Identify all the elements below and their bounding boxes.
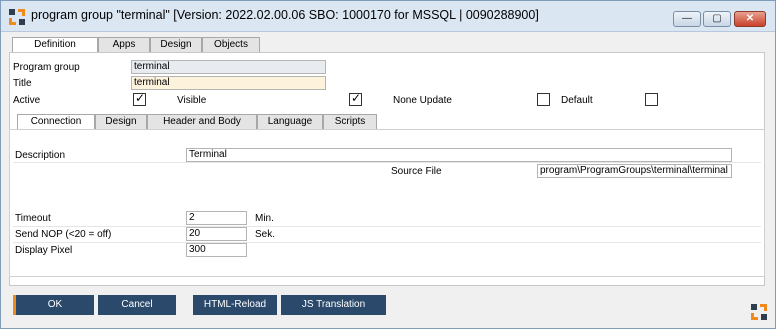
tab-apps[interactable]: Apps: [98, 37, 150, 52]
sub-tab-bar: Connection Design Header and Body Langua…: [17, 114, 377, 130]
send-nop-label: Send NOP (<20 = off): [15, 229, 112, 240]
description-label: Description: [15, 150, 66, 161]
minimize-button[interactable]: —: [673, 11, 701, 27]
none-update-checkbox[interactable]: [537, 93, 550, 106]
cancel-button[interactable]: Cancel: [98, 295, 176, 315]
tab-definition[interactable]: Definition: [12, 37, 98, 53]
ok-label: OK: [47, 299, 63, 310]
send-nop-field[interactable]: 20: [186, 227, 247, 241]
ok-button[interactable]: OK: [13, 295, 94, 315]
brand-logo-icon: [751, 304, 767, 320]
title-label: Title: [13, 78, 32, 89]
program-group-label: Program group: [13, 62, 80, 73]
checkmark-icon: ✓: [135, 91, 146, 105]
timeout-field[interactable]: 2: [186, 211, 247, 225]
none-update-label: None Update: [393, 95, 452, 106]
tab-design[interactable]: Design: [150, 37, 202, 52]
maximize-button[interactable]: ▢: [703, 11, 731, 27]
default-label: Default: [561, 95, 593, 106]
app-logo-icon: [9, 9, 25, 25]
html-reload-button[interactable]: HTML-Reload: [193, 295, 277, 315]
html-reload-label: HTML-Reload: [203, 299, 267, 310]
tab-design[interactable]: Design: [95, 114, 147, 129]
close-icon: ✕: [745, 13, 755, 24]
title-bar[interactable]: program group "terminal" [Version: 2022.…: [1, 1, 775, 32]
title-field[interactable]: terminal: [131, 76, 326, 90]
timeout-label: Timeout: [15, 213, 51, 224]
cancel-label: Cancel: [121, 299, 153, 310]
visible-checkbox[interactable]: ✓: [349, 91, 362, 106]
window-title: program group "terminal" [Version: 2022.…: [31, 8, 539, 22]
source-file-label: Source File: [391, 166, 442, 177]
js-translation-label: JS Translation: [301, 299, 366, 310]
tab-header-and-body[interactable]: Header and Body: [147, 114, 257, 129]
active-checkbox[interactable]: ✓: [133, 91, 146, 106]
source-file-field[interactable]: program\ProgramGroups\terminal\terminal: [537, 164, 732, 178]
display-pixel-field[interactable]: 300: [186, 243, 247, 257]
js-translation-button[interactable]: JS Translation: [281, 295, 386, 315]
close-button[interactable]: ✕: [734, 11, 766, 27]
program-group-window: program group "terminal" [Version: 2022.…: [0, 0, 776, 329]
minimize-icon: —: [682, 13, 692, 24]
checkmark-icon: ✓: [351, 91, 362, 105]
program-group-field[interactable]: terminal: [131, 60, 326, 74]
send-nop-unit: Sek.: [255, 229, 276, 240]
main-tab-bar: Definition Apps Design Objects: [12, 37, 262, 53]
tab-objects[interactable]: Objects: [202, 37, 260, 52]
tab-scripts[interactable]: Scripts: [323, 114, 377, 129]
visible-label: Visible: [177, 95, 207, 106]
active-label: Active: [13, 95, 41, 106]
row-divider: [13, 226, 761, 227]
tab-language[interactable]: Language: [257, 114, 323, 129]
timeout-unit: Min.: [255, 213, 274, 224]
tab-connection[interactable]: Connection: [17, 114, 95, 130]
default-checkbox[interactable]: [645, 93, 658, 106]
display-pixel-label: Display Pixel: [15, 245, 73, 256]
description-field[interactable]: Terminal: [186, 148, 732, 162]
row-divider: [13, 162, 761, 163]
maximize-icon: ▢: [712, 13, 722, 24]
row-divider: [13, 242, 761, 243]
